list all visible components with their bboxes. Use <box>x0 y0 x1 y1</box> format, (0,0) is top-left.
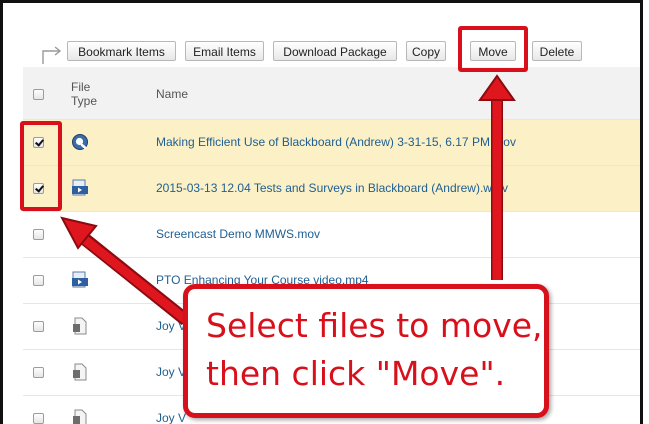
select-all-checkbox[interactable] <box>33 89 44 100</box>
table-row[interactable]: Screencast Demo MMWS.mov <box>23 211 640 257</box>
name-header[interactable]: Name <box>156 87 188 101</box>
file-link[interactable]: Screencast Demo MMWS.mov <box>156 227 320 241</box>
bookmark-items-button[interactable]: Bookmark Items <box>67 41 176 61</box>
file-link[interactable]: Joy V <box>156 365 186 379</box>
windows-media-video-icon <box>72 179 88 196</box>
row-checkbox[interactable] <box>33 367 44 378</box>
row-checkbox[interactable] <box>33 321 44 332</box>
action-toolbar: Bookmark Items Email Items Download Pack… <box>23 39 640 65</box>
file-type-header-label: File Type <box>71 80 98 108</box>
file-link[interactable]: 2015-03-13 12.04 Tests and Surveys in Bl… <box>156 181 508 195</box>
file-link[interactable]: Making Efficient Use of Blackboard (Andr… <box>156 135 516 149</box>
selection-arrow-icon <box>42 46 62 64</box>
file-link[interactable]: Joy V <box>156 411 186 424</box>
file-link[interactable]: Joy V <box>156 319 186 333</box>
delete-button[interactable]: Delete <box>532 41 582 61</box>
move-button-highlight <box>458 26 528 72</box>
table-row[interactable]: 2015-03-13 12.04 Tests and Surveys in Bl… <box>23 165 640 211</box>
callout-line-1: Select files to move, <box>206 306 543 345</box>
download-package-button[interactable]: Download Package <box>273 41 397 61</box>
file-type-header: File Type <box>71 80 101 108</box>
copy-button[interactable]: Copy <box>406 41 446 61</box>
email-items-button[interactable]: Email Items <box>185 41 264 61</box>
generic-file-icon <box>73 409 87 424</box>
row-checkbox[interactable] <box>33 229 44 240</box>
table-header: File Type Name <box>23 67 640 119</box>
row-checkbox[interactable] <box>33 275 44 286</box>
generic-file-icon <box>73 363 87 381</box>
quicktime-video-icon <box>72 134 88 150</box>
windows-media-video-icon <box>72 271 88 288</box>
instruction-callout: Select files to move, then click "Move". <box>183 284 549 418</box>
generic-file-icon <box>73 317 87 335</box>
row-checkbox[interactable] <box>33 413 44 424</box>
checkbox-highlight <box>20 121 62 211</box>
callout-line-2: then click "Move". <box>206 354 506 393</box>
table-row[interactable]: Making Efficient Use of Blackboard (Andr… <box>23 119 640 165</box>
quicktime-video-icon <box>72 226 88 242</box>
